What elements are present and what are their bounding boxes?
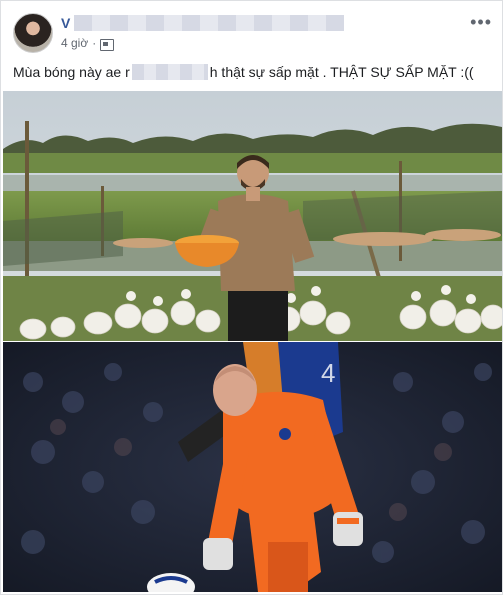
author-initial[interactable]: V xyxy=(61,15,70,31)
post-meta: 4 giờ · xyxy=(61,36,115,51)
caption-redacted xyxy=(131,64,208,80)
goalkeeper-image: 4 xyxy=(3,342,502,592)
post-caption: Mùa bóng này ae r h thật sự sấp mặt . TH… xyxy=(13,63,493,81)
caption-suffix: h thật sự sấp mặt . THẬT SỰ SẤP MẶT :(( xyxy=(209,64,474,80)
post-header: V 4 giờ · ••• xyxy=(1,1,503,61)
svg-text:4: 4 xyxy=(321,358,335,388)
friends-privacy-icon[interactable] xyxy=(100,38,115,51)
post-photo-goalkeeper[interactable]: 4 xyxy=(3,342,502,592)
meta-separator: · xyxy=(92,36,97,50)
avatar[interactable] xyxy=(13,13,53,53)
post-photo-duck-farmer[interactable] xyxy=(3,91,502,341)
duck-farmer-image xyxy=(3,91,502,341)
caption-prefix: Mùa bóng này ae r xyxy=(13,64,130,80)
timestamp[interactable]: 4 giờ xyxy=(61,36,88,50)
author-name[interactable]: V xyxy=(61,14,345,32)
feed-post: V 4 giờ · ••• Mùa bóng này ae r h thật s… xyxy=(0,0,503,595)
more-options-icon[interactable]: ••• xyxy=(470,13,492,31)
author-name-redacted xyxy=(74,15,345,31)
